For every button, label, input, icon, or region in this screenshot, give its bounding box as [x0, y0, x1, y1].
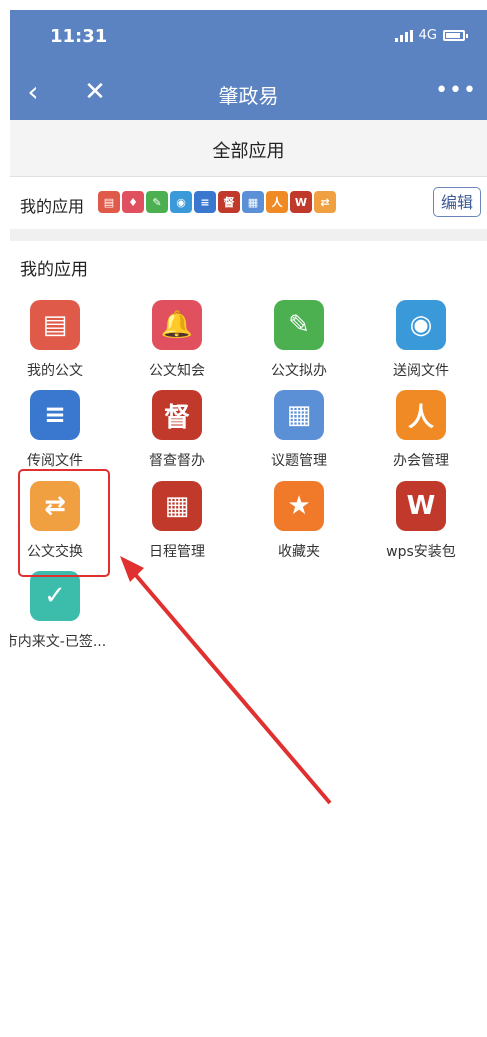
- phone-screen: 11:31 4G ‹ ✕ 肇政易 ••• 全部应用 我的应用 ▤ ♦ ✎ ◉ ≡ 督 ▦ 人 W…: [10, 10, 487, 1037]
- arrow-line: [126, 564, 332, 805]
- annotation-arrow: [120, 556, 332, 805]
